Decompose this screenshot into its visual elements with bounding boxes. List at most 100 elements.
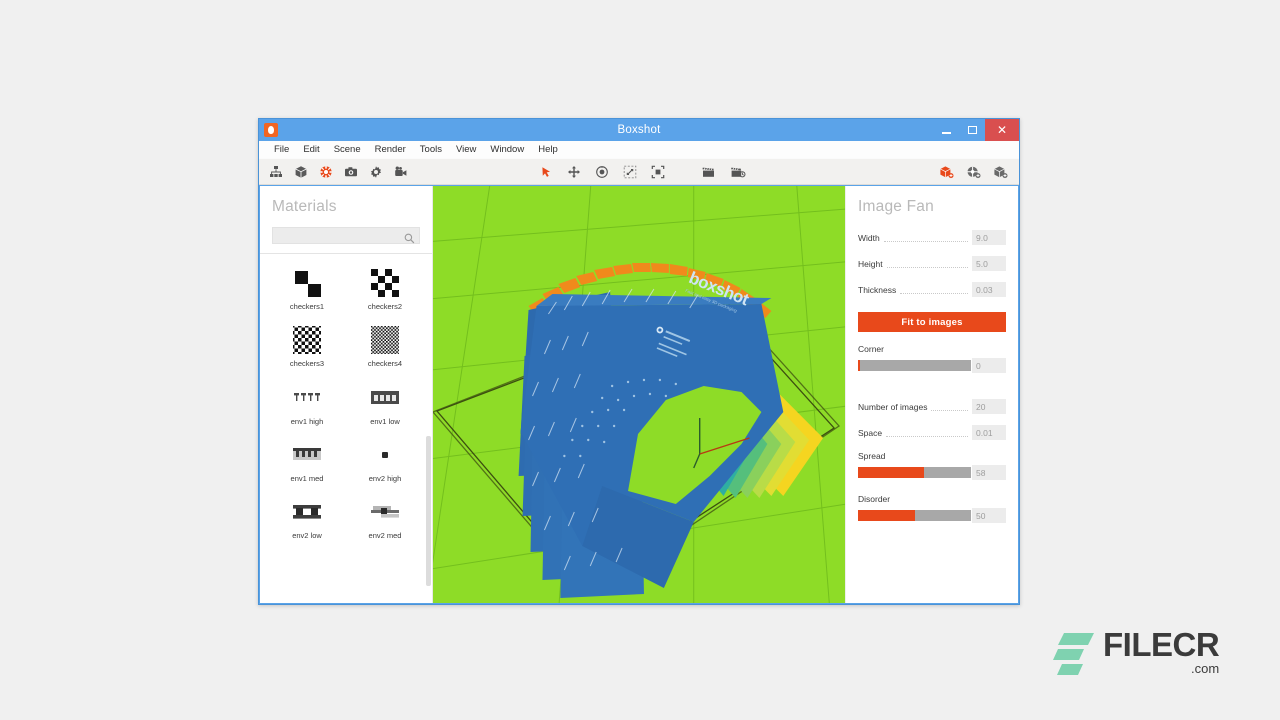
filecr-logo-mark [1052,629,1096,677]
disorder-slider-fill [858,510,915,521]
dot-leader [887,267,968,268]
box-shape-icon[interactable] [292,163,310,181]
menu-item-edit[interactable]: Edit [296,141,326,159]
number-of-images-field[interactable]: 20 [972,399,1006,414]
settings-gear-icon[interactable] [367,163,385,181]
slider-row[interactable]: 0 [858,358,1006,373]
material-item-env1-low[interactable]: env1 low [346,381,424,426]
env2-med-thumbnail-icon [368,495,402,529]
menu-item-file[interactable]: File [267,141,296,159]
material-item-env2-low[interactable]: env2 low [268,495,346,540]
material-item-checkers4[interactable]: checkers4 [346,323,424,368]
search-input[interactable] [273,228,419,243]
slider-label: Disorder [858,494,1006,504]
dot-leader [931,410,968,411]
scale-tool[interactable] [621,163,639,181]
thickness-field[interactable]: 0.03 [972,282,1006,297]
filecr-domain: .com [1103,661,1219,678]
env1-high-thumbnail-icon [290,381,324,415]
materials-scrollbar[interactable] [426,436,431,586]
menu-item-view[interactable]: View [449,141,483,159]
corner-slider-value[interactable]: 0 [972,358,1006,373]
main-toolbar [259,159,1019,185]
material-label: env2 low [292,532,322,540]
render-clapper-icon[interactable] [699,163,717,181]
materials-ball-icon[interactable] [317,163,335,181]
spread-slider-track[interactable] [858,467,971,478]
rotate-tool[interactable] [593,163,611,181]
scene-tree-icon[interactable] [267,163,285,181]
material-label: env1 med [291,475,324,483]
material-label: env2 med [369,532,402,540]
title-bar: Boxshot ✕ [259,119,1019,141]
camera-icon[interactable] [342,163,360,181]
toolbar-group-transform [537,163,667,181]
main-content-area: Materials [260,186,1018,603]
material-item-env2-med[interactable]: env2 med [346,495,424,540]
filecr-watermark: FILECR .com [1052,622,1222,684]
material-label: checkers1 [290,303,324,311]
spread-slider-fill [858,467,924,478]
toolbar-group-left [267,163,410,181]
property-label: Width [858,233,880,243]
width-field[interactable]: 9.0 [972,230,1006,245]
material-label: checkers2 [368,303,402,311]
boxshot-application-window: Boxshot ✕ File Edit Scene Render Tools V… [258,118,1020,605]
corner-slider-track[interactable] [858,360,971,371]
viewport-3d[interactable]: boxshot Fast and easy 3D packaging [433,186,845,603]
slider-row[interactable]: 50 [858,508,1006,523]
property-row-number-of-images: Number of images 20 [858,399,1006,414]
video-camera-icon[interactable] [392,163,410,181]
move-tool[interactable] [565,163,583,181]
menu-bar: File Edit Scene Render Tools View Window… [259,141,1019,159]
dot-leader [886,436,968,437]
disorder-slider-track[interactable] [858,510,971,521]
select-arrow-tool[interactable] [537,163,555,181]
toolbar-group-render [699,163,747,181]
materials-panel: Materials [260,186,433,603]
render-preview-clapper-icon[interactable] [729,163,747,181]
env2-low-thumbnail-icon [290,495,324,529]
space-field[interactable]: 0.01 [972,425,1006,440]
slider-group-spread: Spread 58 [858,451,1006,480]
search-icon [404,231,415,249]
dot-leader [900,293,968,294]
add-shape-icon[interactable] [937,163,955,181]
fit-to-view-tool[interactable] [649,163,667,181]
properties-panel: Image Fan Width 9.0 Height 5.0 Thickness… [845,186,1018,603]
maximize-button[interactable] [959,119,985,141]
material-item-env1-med[interactable]: env1 med [268,438,346,483]
property-label: Height [858,259,883,269]
height-field[interactable]: 5.0 [972,256,1006,271]
materials-search-wrapper [272,227,420,244]
materials-panel-title: Materials [272,198,420,216]
slider-group-disorder: Disorder 50 [858,494,1006,523]
close-icon: ✕ [997,124,1007,136]
materials-grid[interactable]: checkers1 checkers2 [260,254,432,603]
add-material-icon[interactable] [964,163,982,181]
spread-slider-value[interactable]: 58 [972,465,1006,480]
menu-item-tools[interactable]: Tools [413,141,449,159]
property-row-space: Space 0.01 [858,425,1006,440]
disorder-slider-value[interactable]: 50 [972,508,1006,523]
menu-item-render[interactable]: Render [368,141,413,159]
env1-med-thumbnail-icon [290,438,324,472]
material-item-checkers1[interactable]: checkers1 [268,266,346,311]
material-item-env1-high[interactable]: env1 high [268,381,346,426]
env2-high-thumbnail-icon [368,438,402,472]
minimize-button[interactable] [933,119,959,141]
menu-item-help[interactable]: Help [531,141,565,159]
material-item-env2-high[interactable]: env2 high [346,438,424,483]
property-label: Thickness [858,285,896,295]
close-button[interactable]: ✕ [985,119,1019,141]
property-label: Space [858,428,882,438]
menu-item-window[interactable]: Window [483,141,531,159]
add-object-icon[interactable] [991,163,1009,181]
menu-item-scene[interactable]: Scene [327,141,368,159]
slider-row[interactable]: 58 [858,465,1006,480]
fit-to-images-button[interactable]: Fit to images [858,312,1006,332]
dot-leader [884,241,968,242]
material-item-checkers2[interactable]: checkers2 [346,266,424,311]
material-item-checkers3[interactable]: checkers3 [268,323,346,368]
material-label: env1 low [370,418,400,426]
